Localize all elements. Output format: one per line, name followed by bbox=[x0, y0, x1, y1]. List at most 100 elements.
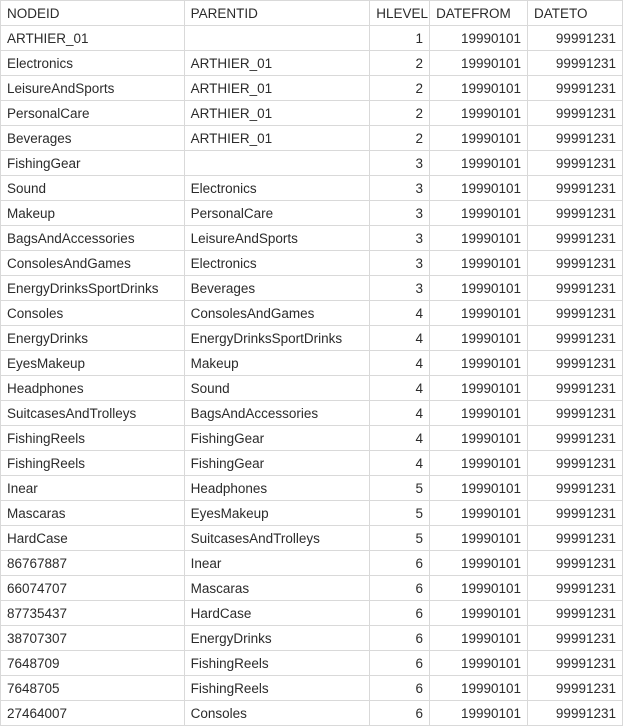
cell-dateto[interactable]: 99991231 bbox=[528, 101, 623, 126]
cell-parentid[interactable]: HardCase bbox=[184, 601, 370, 626]
cell-parentid[interactable]: Electronics bbox=[184, 251, 370, 276]
cell-nodeid[interactable]: FishingReels bbox=[1, 426, 185, 451]
cell-dateto[interactable]: 99991231 bbox=[528, 226, 623, 251]
cell-dateto[interactable]: 99991231 bbox=[528, 676, 623, 701]
cell-datefrom[interactable]: 19990101 bbox=[430, 101, 528, 126]
cell-parentid[interactable]: ARTHIER_01 bbox=[184, 126, 370, 151]
cell-parentid[interactable]: Mascaras bbox=[184, 576, 370, 601]
table-row[interactable]: 27464007Consoles61999010199991231 bbox=[1, 701, 623, 726]
table-row[interactable]: 66074707Mascaras61999010199991231 bbox=[1, 576, 623, 601]
cell-datefrom[interactable]: 19990101 bbox=[430, 351, 528, 376]
cell-parentid[interactable]: FishingGear bbox=[184, 426, 370, 451]
cell-datefrom[interactable]: 19990101 bbox=[430, 676, 528, 701]
cell-dateto[interactable]: 99991231 bbox=[528, 476, 623, 501]
cell-hlevel[interactable]: 6 bbox=[370, 626, 430, 651]
cell-datefrom[interactable]: 19990101 bbox=[430, 551, 528, 576]
cell-hlevel[interactable]: 2 bbox=[370, 51, 430, 76]
cell-dateto[interactable]: 99991231 bbox=[528, 76, 623, 101]
cell-nodeid[interactable]: BagsAndAccessories bbox=[1, 226, 185, 251]
table-row[interactable]: BagsAndAccessoriesLeisureAndSports319990… bbox=[1, 226, 623, 251]
table-row[interactable]: BeveragesARTHIER_0121999010199991231 bbox=[1, 126, 623, 151]
cell-parentid[interactable]: LeisureAndSports bbox=[184, 226, 370, 251]
cell-nodeid[interactable]: 27464007 bbox=[1, 701, 185, 726]
cell-nodeid[interactable]: FishingGear bbox=[1, 151, 185, 176]
table-row[interactable]: 38707307EnergyDrinks61999010199991231 bbox=[1, 626, 623, 651]
cell-parentid[interactable]: SuitcasesAndTrolleys bbox=[184, 526, 370, 551]
cell-nodeid[interactable]: Beverages bbox=[1, 126, 185, 151]
table-row[interactable]: 86767887Inear61999010199991231 bbox=[1, 551, 623, 576]
cell-parentid[interactable] bbox=[184, 26, 370, 51]
cell-hlevel[interactable]: 4 bbox=[370, 451, 430, 476]
cell-dateto[interactable]: 99991231 bbox=[528, 276, 623, 301]
cell-dateto[interactable]: 99991231 bbox=[528, 176, 623, 201]
cell-datefrom[interactable]: 19990101 bbox=[430, 151, 528, 176]
cell-hlevel[interactable]: 3 bbox=[370, 201, 430, 226]
cell-datefrom[interactable]: 19990101 bbox=[430, 201, 528, 226]
cell-nodeid[interactable]: EyesMakeup bbox=[1, 351, 185, 376]
cell-datefrom[interactable]: 19990101 bbox=[430, 76, 528, 101]
cell-datefrom[interactable]: 19990101 bbox=[430, 176, 528, 201]
table-row[interactable]: EnergyDrinksSportDrinksBeverages31999010… bbox=[1, 276, 623, 301]
cell-parentid[interactable]: ARTHIER_01 bbox=[184, 51, 370, 76]
cell-parentid[interactable]: Beverages bbox=[184, 276, 370, 301]
cell-dateto[interactable]: 99991231 bbox=[528, 126, 623, 151]
cell-datefrom[interactable]: 19990101 bbox=[430, 301, 528, 326]
cell-nodeid[interactable]: Consoles bbox=[1, 301, 185, 326]
cell-parentid[interactable]: Consoles bbox=[184, 701, 370, 726]
header-nodeid[interactable]: NODEID bbox=[1, 1, 185, 26]
cell-nodeid[interactable]: Electronics bbox=[1, 51, 185, 76]
table-row[interactable]: FishingReelsFishingGear41999010199991231 bbox=[1, 451, 623, 476]
cell-parentid[interactable]: ConsolesAndGames bbox=[184, 301, 370, 326]
cell-parentid[interactable]: Makeup bbox=[184, 351, 370, 376]
cell-hlevel[interactable]: 5 bbox=[370, 501, 430, 526]
cell-datefrom[interactable]: 19990101 bbox=[430, 426, 528, 451]
cell-nodeid[interactable]: 38707307 bbox=[1, 626, 185, 651]
cell-dateto[interactable]: 99991231 bbox=[528, 376, 623, 401]
cell-datefrom[interactable]: 19990101 bbox=[430, 326, 528, 351]
table-row[interactable]: PersonalCareARTHIER_0121999010199991231 bbox=[1, 101, 623, 126]
cell-datefrom[interactable]: 19990101 bbox=[430, 401, 528, 426]
cell-hlevel[interactable]: 3 bbox=[370, 176, 430, 201]
cell-nodeid[interactable]: HardCase bbox=[1, 526, 185, 551]
cell-datefrom[interactable]: 19990101 bbox=[430, 451, 528, 476]
table-row[interactable]: FishingReelsFishingGear41999010199991231 bbox=[1, 426, 623, 451]
cell-nodeid[interactable]: Makeup bbox=[1, 201, 185, 226]
cell-parentid[interactable]: EnergyDrinks bbox=[184, 626, 370, 651]
cell-parentid[interactable]: EnergyDrinksSportDrinks bbox=[184, 326, 370, 351]
cell-dateto[interactable]: 99991231 bbox=[528, 626, 623, 651]
cell-parentid[interactable]: EyesMakeup bbox=[184, 501, 370, 526]
cell-datefrom[interactable]: 19990101 bbox=[430, 501, 528, 526]
cell-datefrom[interactable]: 19990101 bbox=[430, 276, 528, 301]
cell-hlevel[interactable]: 6 bbox=[370, 651, 430, 676]
cell-nodeid[interactable]: 7648709 bbox=[1, 651, 185, 676]
cell-nodeid[interactable]: 7648705 bbox=[1, 676, 185, 701]
cell-hlevel[interactable]: 4 bbox=[370, 426, 430, 451]
cell-nodeid[interactable]: PersonalCare bbox=[1, 101, 185, 126]
cell-hlevel[interactable]: 6 bbox=[370, 601, 430, 626]
cell-nodeid[interactable]: 87735437 bbox=[1, 601, 185, 626]
cell-datefrom[interactable]: 19990101 bbox=[430, 626, 528, 651]
cell-dateto[interactable]: 99991231 bbox=[528, 601, 623, 626]
cell-hlevel[interactable]: 4 bbox=[370, 326, 430, 351]
cell-datefrom[interactable]: 19990101 bbox=[430, 251, 528, 276]
cell-parentid[interactable]: Electronics bbox=[184, 176, 370, 201]
table-row[interactable]: HardCaseSuitcasesAndTrolleys519990101999… bbox=[1, 526, 623, 551]
cell-parentid[interactable]: BagsAndAccessories bbox=[184, 401, 370, 426]
cell-hlevel[interactable]: 5 bbox=[370, 526, 430, 551]
cell-hlevel[interactable]: 2 bbox=[370, 101, 430, 126]
cell-nodeid[interactable]: Inear bbox=[1, 476, 185, 501]
cell-dateto[interactable]: 99991231 bbox=[528, 501, 623, 526]
cell-nodeid[interactable]: FishingReels bbox=[1, 451, 185, 476]
header-hlevel[interactable]: HLEVEL bbox=[370, 1, 430, 26]
cell-hlevel[interactable]: 6 bbox=[370, 576, 430, 601]
cell-datefrom[interactable]: 19990101 bbox=[430, 651, 528, 676]
cell-dateto[interactable]: 99991231 bbox=[528, 701, 623, 726]
cell-hlevel[interactable]: 4 bbox=[370, 376, 430, 401]
table-row[interactable]: ARTHIER_0111999010199991231 bbox=[1, 26, 623, 51]
cell-hlevel[interactable]: 2 bbox=[370, 76, 430, 101]
table-row[interactable]: FishingGear31999010199991231 bbox=[1, 151, 623, 176]
cell-hlevel[interactable]: 4 bbox=[370, 401, 430, 426]
cell-dateto[interactable]: 99991231 bbox=[528, 201, 623, 226]
table-row[interactable]: 7648709FishingReels61999010199991231 bbox=[1, 651, 623, 676]
cell-parentid[interactable]: PersonalCare bbox=[184, 201, 370, 226]
